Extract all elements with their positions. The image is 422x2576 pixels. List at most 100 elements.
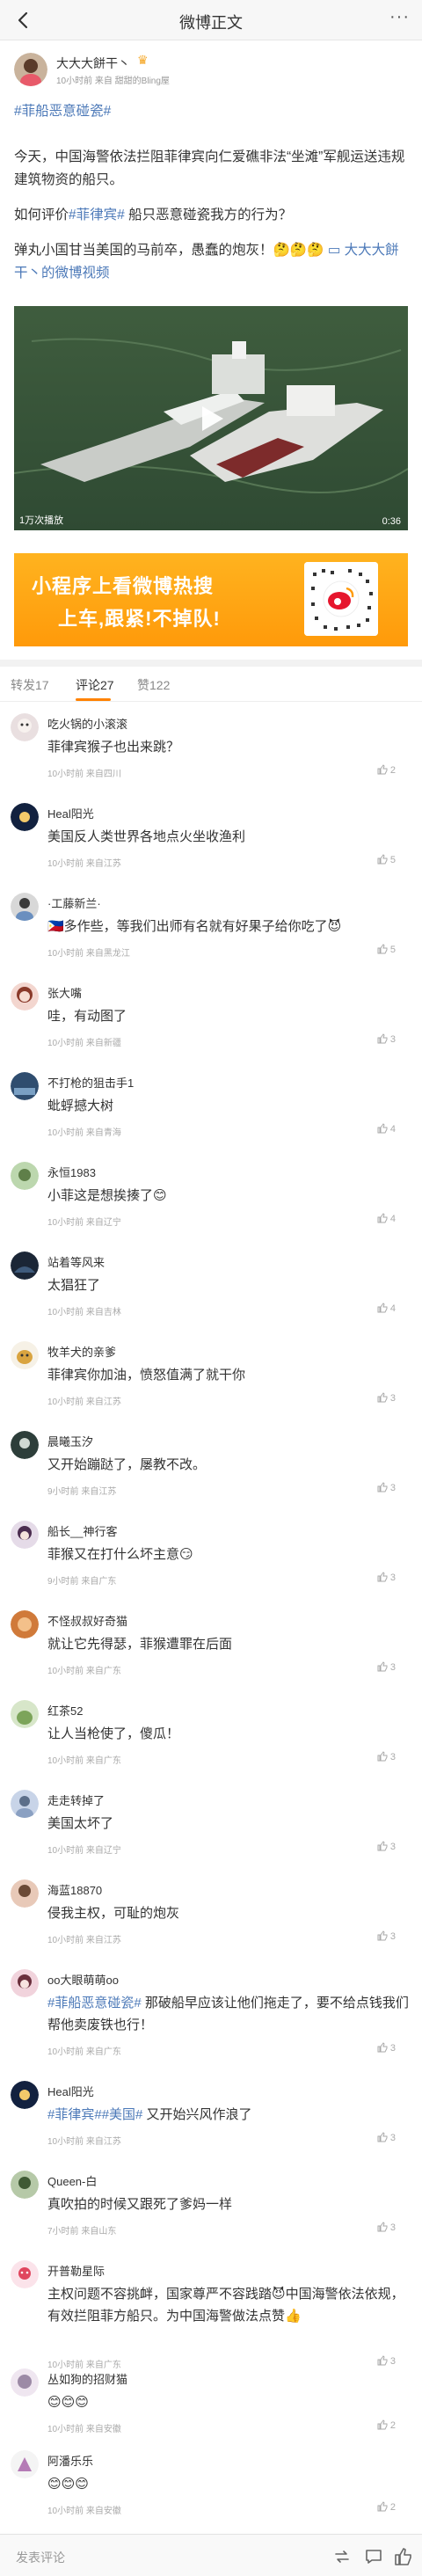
post-text: 如何评价 [14,208,69,223]
commenter-name[interactable]: ·工藤新兰· [47,894,101,911]
commenter-avatar[interactable] [11,1252,39,1280]
thumbs-up-icon [377,854,388,865]
topic-link[interactable]: #菲律宾# [69,208,125,223]
like-count: 5 [389,855,396,865]
like-count: 3 [389,1931,396,1942]
commenter-name[interactable]: 不打枪的狙击手1 [47,1074,134,1091]
commenter-name[interactable]: 吃火锅的小滚滚 [47,715,127,732]
like-button[interactable]: 4 [377,1303,396,1314]
commenter-name[interactable]: 牧羊犬的亲爹 [47,1343,116,1360]
commenter-name[interactable]: 红茶52 [47,1702,83,1719]
commenter-avatar[interactable] [11,1700,39,1728]
commenter-name[interactable]: 阿潘乐乐 [47,2452,93,2469]
commenter-avatar[interactable] [11,1610,39,1638]
topic-link[interactable]: #菲律宾# [47,2107,102,2122]
more-options-icon[interactable]: ··· [389,7,410,27]
video-link-icon[interactable]: ▭ [328,243,345,258]
like-icon[interactable] [394,2547,413,2566]
comment-text: 太猖狂了 [47,1278,101,1293]
like-button[interactable]: 3 [377,2355,396,2367]
commenter-name[interactable]: Heal阳光 [47,805,94,821]
topic-link[interactable]: #美国# [102,2107,143,2122]
commenter-name[interactable]: 站着等风来 [47,1253,105,1270]
commenter-avatar[interactable] [11,2368,39,2397]
like-button[interactable]: 3 [377,1661,396,1673]
comment-meta: 9小时前 来自江苏 [47,1487,117,1497]
commenter-avatar[interactable] [11,1790,39,1818]
comment-input[interactable]: 发表评论 [11,2544,309,2569]
commenter-name[interactable]: 永恒1983 [47,1164,96,1180]
commenter-name[interactable]: 丛如狗的招财猫 [47,2370,127,2387]
like-button[interactable]: 2 [377,2501,396,2513]
commenter-avatar[interactable] [11,893,39,921]
commenter-name[interactable]: 张大嘴 [47,984,82,1001]
mini-program-banner[interactable]: 小程序上看微博热搜 上车,跟紧!不掉队! [14,553,408,646]
like-button[interactable]: 3 [377,1392,396,1404]
commenter-name[interactable]: Heal阳光 [47,2083,94,2099]
like-button[interactable]: 3 [377,1572,396,1583]
comment-text: 菲猴又在打什么坏主意😏 [47,1547,193,1562]
commenter-name[interactable]: Queen-白 [47,2172,97,2189]
commenter-avatar[interactable] [11,803,39,831]
commenter-avatar[interactable] [11,713,39,741]
comment-meta: 10小时前 来自新疆 [47,1039,121,1048]
comment-text: 侵我主权，可耻的炮灰 [47,1906,180,1921]
like-count: 4 [389,1303,396,1314]
like-button[interactable]: 5 [377,854,396,865]
tab-comments[interactable]: 评论27 [76,676,114,694]
commenter-name[interactable]: oo大眼萌萌oo [47,1971,119,1988]
comment-text: #菲船恶意碰瓷# 那破船早应该让他们拖走了，要不给点钱我们帮他卖废铁也行！ [47,1992,410,2036]
commenter-name[interactable]: 走走转掉了 [47,1792,105,1808]
commenter-name[interactable]: 不怪叔叔好奇猫 [47,1612,127,1629]
author-name[interactable]: 大大大餅干丶 [56,55,130,72]
commenter-avatar[interactable] [11,2450,39,2478]
play-icon[interactable] [195,403,227,434]
commenter-avatar[interactable] [11,2081,39,2109]
like-button[interactable]: 3 [377,2132,396,2143]
like-count: 4 [389,1214,396,1224]
topic-link[interactable]: #菲船恶意碰瓷# [47,1996,142,2010]
topic-link[interactable]: #菲船恶意碰瓷# [14,104,111,119]
post-author[interactable]: 大大大餅干丶 ♛ 10小时前 来自 甜甜的Bling屋 [14,53,410,91]
like-count: 4 [389,1124,396,1135]
commenter-name[interactable]: 船长__神行客 [47,1522,117,1539]
commenter-avatar[interactable] [11,2171,39,2199]
like-button[interactable]: 3 [377,2222,396,2233]
commenter-avatar[interactable] [11,1162,39,1190]
like-count: 3 [389,1393,396,1404]
commenter-name[interactable]: 开普勒星际 [47,2262,105,2279]
like-button[interactable]: 5 [377,944,396,955]
like-button[interactable]: 4 [377,1123,396,1135]
thumbs-up-icon [377,944,388,954]
like-button[interactable]: 3 [377,1751,396,1762]
like-button[interactable]: 3 [377,2042,396,2054]
like-button[interactable]: 4 [377,1213,396,1224]
like-button[interactable]: 2 [377,764,396,776]
like-button[interactable]: 3 [377,1841,396,1852]
like-button[interactable]: 3 [377,1482,396,1493]
like-button[interactable]: 3 [377,1033,396,1045]
commenter-name[interactable]: 海蓝18870 [47,1881,102,1898]
commenter-avatar[interactable] [11,1341,39,1369]
comment-text: 哇，有动图了 [47,1009,127,1024]
commenter-avatar[interactable] [11,2260,39,2288]
commenter-avatar[interactable] [11,1431,39,1459]
comment-text: 🇵🇭多作些，等我们出师有名就有好果子给你吃了😈 [47,919,342,934]
like-button[interactable]: 3 [377,1930,396,1942]
thumbs-up-icon [377,1303,388,1313]
commenter-avatar[interactable] [11,1072,39,1100]
like-count: 3 [389,2133,396,2143]
commenter-avatar[interactable] [11,1521,39,1549]
comment-icon[interactable] [364,2547,383,2566]
repost-icon[interactable] [332,2547,352,2566]
author-avatar[interactable] [14,53,47,86]
tab-repost[interactable]: 转发17 [11,676,49,694]
video-player[interactable]: 1万次播放 0:36 [14,306,408,530]
comment-meta: 10小时前 来自江苏 [47,1397,121,1407]
commenter-avatar[interactable] [11,1879,39,1908]
commenter-avatar[interactable] [11,982,39,1011]
commenter-avatar[interactable] [11,1969,39,1997]
commenter-name[interactable]: 晨曦玉汐 [47,1433,93,1449]
tab-likes[interactable]: 赞122 [137,676,170,694]
like-button[interactable]: 2 [377,2419,396,2431]
